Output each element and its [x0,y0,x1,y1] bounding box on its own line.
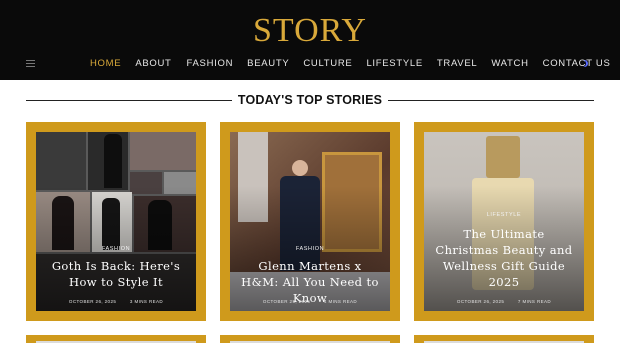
nav-item-beauty[interactable]: BEAUTY [247,56,289,72]
nav-item-travel[interactable]: TRAVEL [437,56,477,72]
story-meta: OCTOBER 25, 2025 4 MINS READ [230,299,390,304]
story-image: FASHION Glenn Martens x H&M: All You Nee… [230,132,390,311]
story-date: OCTOBER 26, 2025 [68,299,117,304]
story-read-time: 7 MINS READ [517,299,552,304]
nav-item-contact-us[interactable]: CONTACT US [543,56,611,72]
story-category[interactable]: FASHION [36,246,196,252]
story-category[interactable]: LIFESTYLE [424,212,584,218]
story-card-glenn-martens[interactable]: FASHION Glenn Martens x H&M: All You Nee… [220,122,400,321]
story-image: FASHION Goth Is Back: Here's How to Styl… [36,132,196,311]
story-date: OCTOBER 25, 2025 [262,299,311,304]
hamburger-menu-icon[interactable] [26,60,35,67]
nav-item-culture[interactable]: CULTURE [303,56,352,72]
story-category[interactable]: FASHION [230,246,390,252]
story-read-time: 4 MINS READ [323,299,358,304]
story-card-next[interactable] [414,335,594,343]
story-card-next[interactable] [220,335,400,343]
section-header: TODAY'S TOP STORIES [26,92,594,108]
story-image: LIFESTYLE The Ultimate Christmas Beauty … [424,132,584,311]
nav-item-home[interactable]: HOME [90,56,121,72]
story-card-goth[interactable]: FASHION Goth Is Back: Here's How to Styl… [26,122,206,321]
story-read-time: 3 MINS READ [129,299,164,304]
nav-item-lifestyle[interactable]: LIFESTYLE [366,56,422,72]
site-logo[interactable]: STORY [0,10,620,52]
nav-item-fashion[interactable]: FASHION [187,56,234,72]
story-title[interactable]: The Ultimate Christmas Beauty and Wellne… [432,226,576,290]
story-card-gift-guide[interactable]: LIFESTYLE The Ultimate Christmas Beauty … [414,122,594,321]
nav-item-about[interactable]: ABOUT [135,56,171,72]
moon-icon[interactable] [579,60,586,67]
story-card-next[interactable] [26,335,206,343]
site-header: STORY HOME ABOUT FASHION BEAUTY CULTURE LIFES… [0,0,620,80]
main-nav: HOME ABOUT FASHION BEAUTY CULTURE LIFESTYLE TR… [90,56,611,72]
story-meta: OCTOBER 26, 2025 3 MINS READ [36,299,196,304]
story-title[interactable]: Goth Is Back: Here's How to Style It [44,258,188,290]
story-meta: OCTOBER 26, 2025 7 MINS READ [424,299,584,304]
divider-right [388,100,594,101]
nav-item-watch[interactable]: WATCH [491,56,528,72]
story-date: OCTOBER 26, 2025 [456,299,505,304]
